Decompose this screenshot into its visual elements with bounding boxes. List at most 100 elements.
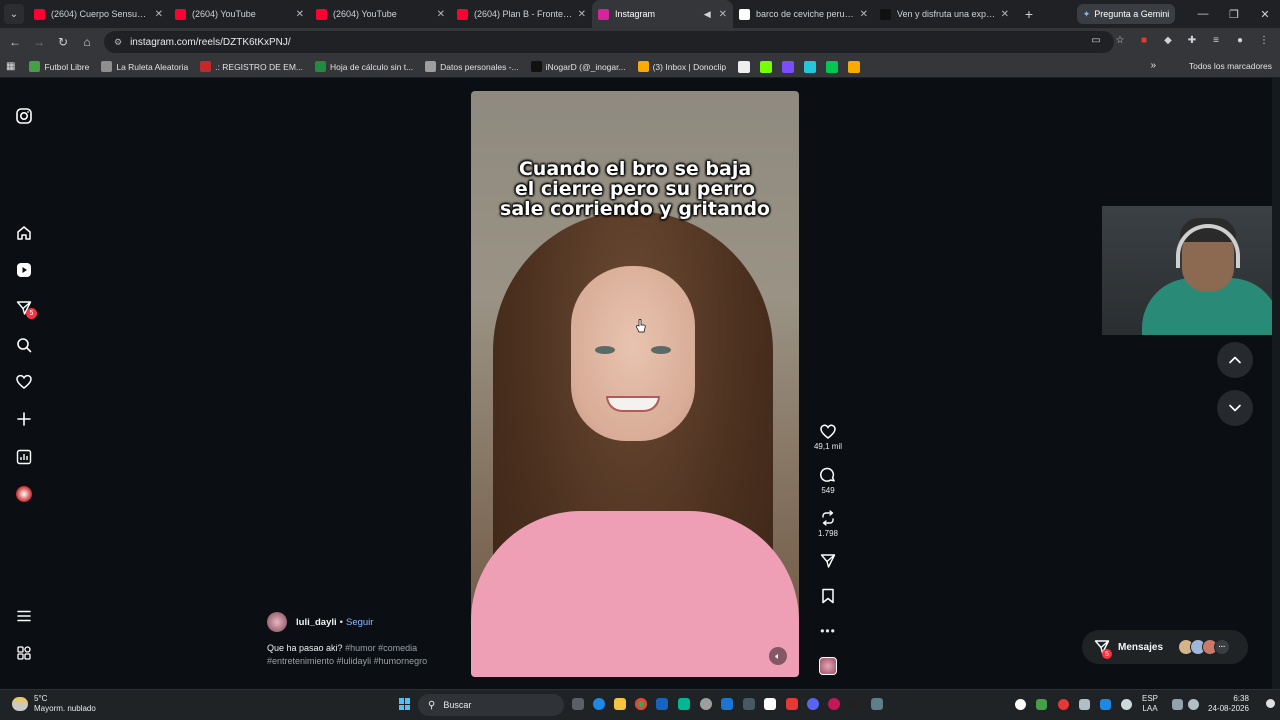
bookmark-item[interactable]: iNogarD (@_inogar... bbox=[530, 61, 626, 72]
notifications-icon[interactable] bbox=[1266, 699, 1275, 708]
like-button[interactable]: 49,1 mil bbox=[808, 424, 848, 451]
address-bar[interactable]: ⚙ instagram.com/reels/DZTK6tKxPNJ/ bbox=[104, 31, 1114, 53]
bookmark-icon[interactable] bbox=[826, 60, 839, 73]
volume-toggle-icon[interactable]: 🔈︎ bbox=[769, 647, 787, 665]
network-icon[interactable] bbox=[1172, 699, 1183, 710]
messages-button[interactable]: 5 Mensajes ··· bbox=[1082, 630, 1248, 664]
reel-video[interactable]: Cuando el bro se baja el cierre pero su … bbox=[471, 91, 799, 677]
follow-button[interactable]: Seguir bbox=[346, 617, 373, 628]
bookmark-icon[interactable] bbox=[804, 60, 817, 73]
close-window-button[interactable]: ✕ bbox=[1250, 0, 1280, 28]
bookmark-item[interactable]: .: REGISTRO DE EM... bbox=[200, 61, 303, 72]
tab-close-icon[interactable]: ✕ bbox=[1001, 9, 1009, 20]
browser-tab[interactable]: Ven y disfruta una experien ✕ bbox=[874, 0, 1015, 28]
install-app-icon[interactable]: ▭ bbox=[1088, 32, 1104, 48]
bookmark-star-icon[interactable]: ☆ bbox=[1112, 32, 1128, 48]
direct-messages-icon[interactable]: 5 bbox=[14, 298, 37, 319]
tray-icon[interactable] bbox=[1100, 699, 1111, 710]
tab-close-icon[interactable]: ✕ bbox=[296, 9, 304, 20]
app-icon[interactable] bbox=[849, 698, 861, 710]
tab-close-icon[interactable]: ✕ bbox=[719, 9, 727, 20]
reels-icon[interactable] bbox=[14, 260, 34, 280]
new-tab-button[interactable]: + bbox=[1019, 6, 1039, 22]
back-button[interactable]: ← bbox=[3, 30, 27, 54]
extensions-puzzle-icon[interactable]: ✚ bbox=[1184, 32, 1200, 48]
profile-avatar-icon[interactable]: ● bbox=[1232, 32, 1248, 48]
tab-close-icon[interactable]: ✕ bbox=[860, 9, 868, 20]
bookmark-icon[interactable] bbox=[760, 60, 773, 73]
browser-tab[interactable]: (2604) YouTube ✕ bbox=[169, 0, 310, 28]
page-scrollbar[interactable] bbox=[1272, 78, 1280, 689]
all-bookmarks-folder[interactable]: Todos los marcadores bbox=[1189, 61, 1272, 71]
reading-list-icon[interactable]: ≡ bbox=[1208, 32, 1224, 48]
more-menu-icon[interactable] bbox=[14, 606, 34, 626]
app-icon[interactable] bbox=[700, 698, 712, 710]
app-icon[interactable] bbox=[764, 698, 776, 710]
repost-button[interactable]: 1.798 bbox=[808, 510, 848, 538]
restore-button[interactable]: ❐ bbox=[1219, 0, 1249, 28]
reload-button[interactable]: ↻ bbox=[51, 30, 75, 54]
clock[interactable]: 6:38 24-08-2026 bbox=[1208, 694, 1249, 714]
browser-tab[interactable]: (2604) YouTube ✕ bbox=[310, 0, 451, 28]
tray-icon[interactable] bbox=[1058, 699, 1069, 710]
tab-close-icon[interactable]: ✕ bbox=[578, 9, 586, 20]
minimize-button[interactable]: — bbox=[1188, 0, 1218, 28]
tray-icon[interactable] bbox=[1036, 699, 1047, 710]
edge-browser-icon[interactable] bbox=[593, 698, 605, 710]
forward-button[interactable]: → bbox=[27, 30, 51, 54]
previous-reel-button[interactable] bbox=[1217, 342, 1253, 378]
taskbar-search[interactable]: ⚲ Buscar bbox=[418, 694, 564, 716]
share-button[interactable] bbox=[808, 553, 848, 569]
discord-icon[interactable] bbox=[807, 698, 819, 710]
adblock-extension-icon[interactable]: ■ bbox=[1136, 32, 1152, 48]
author-avatar[interactable] bbox=[267, 612, 287, 632]
bookmarks-overflow-icon[interactable]: » bbox=[1150, 60, 1156, 71]
tab-search-button[interactable]: ⌄ bbox=[4, 4, 24, 24]
instagram-logo-icon[interactable] bbox=[14, 106, 34, 126]
app-icon[interactable] bbox=[678, 698, 690, 710]
chrome-browser-icon[interactable] bbox=[635, 698, 647, 710]
microphone-icon[interactable] bbox=[1121, 699, 1132, 710]
bookmark-item[interactable]: Hoja de cálculo sin t... bbox=[315, 61, 413, 72]
browser-tab[interactable]: Instagram ◀︎ ✕ bbox=[592, 0, 733, 28]
bookmark-icon[interactable] bbox=[848, 60, 861, 73]
tab-audio-icon[interactable]: ◀︎ bbox=[704, 9, 711, 20]
comment-button[interactable]: 549 bbox=[808, 467, 848, 495]
description-hashtags[interactable]: #humor #comedia bbox=[345, 643, 417, 653]
language-indicator[interactable]: ESP LAA bbox=[1142, 694, 1158, 714]
start-button[interactable] bbox=[399, 698, 411, 710]
extension-icon[interactable]: ◆ bbox=[1160, 32, 1176, 48]
tray-icon[interactable] bbox=[1015, 699, 1026, 710]
site-info-icon[interactable]: ⚙ bbox=[114, 37, 122, 48]
create-plus-icon[interactable] bbox=[14, 409, 34, 429]
browser-tab[interactable]: (2604) Cuerpo Sensual - Yo ✕ bbox=[28, 0, 169, 28]
author-username[interactable]: luli_dayli bbox=[296, 617, 337, 628]
apps-grid-icon[interactable]: ▦ bbox=[6, 61, 15, 72]
browser-menu-icon[interactable]: ⋮ bbox=[1256, 32, 1272, 48]
profile-avatar-icon[interactable] bbox=[14, 484, 34, 504]
next-reel-button[interactable] bbox=[1217, 390, 1253, 426]
app-icon[interactable] bbox=[721, 698, 733, 710]
bookmark-item[interactable]: Futbol Libre bbox=[29, 61, 89, 72]
bookmark-icon[interactable] bbox=[738, 60, 751, 73]
browser-tab[interactable]: barco de ceviche peru - Bu ✕ bbox=[733, 0, 874, 28]
bookmark-item[interactable]: (3) Inbox | Donoclip bbox=[637, 61, 726, 72]
gemini-button[interactable]: ✦ Pregunta a Gemini bbox=[1077, 4, 1175, 24]
bookmark-icon[interactable] bbox=[782, 60, 795, 73]
steam-tray-icon[interactable] bbox=[1079, 699, 1090, 710]
tab-close-icon[interactable]: ✕ bbox=[155, 9, 163, 20]
bookmark-item[interactable]: La Ruleta Aleatoria bbox=[101, 61, 188, 72]
app-icon[interactable] bbox=[786, 698, 798, 710]
task-view-icon[interactable] bbox=[572, 698, 584, 710]
app-icon[interactable] bbox=[871, 698, 883, 710]
browser-tab[interactable]: (2604) Plan B - Fronteo - Yo ✕ bbox=[451, 0, 592, 28]
app-icon[interactable] bbox=[743, 698, 755, 710]
dashboard-icon[interactable] bbox=[14, 447, 34, 467]
app-icon[interactable] bbox=[656, 698, 668, 710]
notifications-heart-icon[interactable] bbox=[14, 372, 34, 392]
bookmark-item[interactable]: Datos personales -... bbox=[425, 61, 519, 72]
home-icon[interactable] bbox=[14, 223, 34, 243]
description-hashtags[interactable]: #entretenimiento #lulidayli #humornegro bbox=[267, 656, 427, 666]
weather-widget[interactable]: 5°C Mayorm. nublado bbox=[12, 694, 96, 714]
also-from-meta-icon[interactable] bbox=[14, 643, 34, 663]
